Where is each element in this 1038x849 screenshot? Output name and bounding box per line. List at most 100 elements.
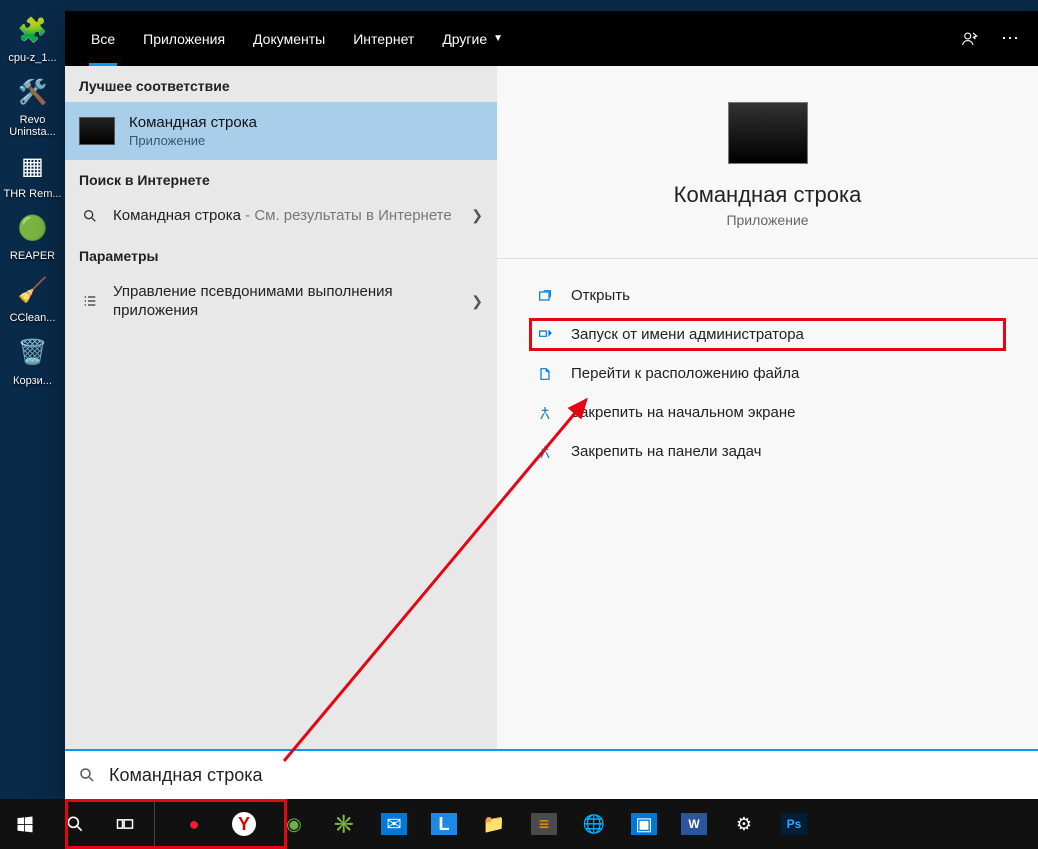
- flyout-body: Лучшее соответствие Командная строка При…: [65, 66, 1038, 749]
- word-icon: W: [681, 813, 707, 835]
- search-icon: [65, 766, 109, 784]
- desktop-icon-recycle[interactable]: 🗑️ Корзи...: [0, 333, 65, 387]
- desktop-icon-label: THR Rem...: [3, 188, 61, 200]
- section-web: Поиск в Интернете: [65, 160, 497, 196]
- taskbar-app-swirl[interactable]: ◉: [269, 799, 319, 849]
- opera-icon: ●: [189, 814, 200, 835]
- open-icon: [535, 288, 555, 304]
- desktop-icons: 🧩 cpu-z_1... 🛠️ Revo Uninsta... ▦ THR Re…: [0, 0, 65, 387]
- more-options-button[interactable]: ⋯: [990, 11, 1030, 66]
- taskbar-yandex[interactable]: Y: [219, 799, 269, 849]
- tab-all[interactable]: Все: [77, 11, 129, 66]
- taskbar-chrome[interactable]: 🌐: [569, 799, 619, 849]
- desktop-icon-ccleaner[interactable]: 🧹 CClean...: [0, 270, 65, 324]
- search-icon: [65, 814, 85, 834]
- swirl-icon: ◉: [286, 814, 302, 835]
- tab-more-label: Другие: [442, 31, 487, 47]
- results-list: Лучшее соответствие Командная строка При…: [65, 66, 497, 749]
- taskbar-mail[interactable]: ✉: [369, 799, 419, 849]
- pin-icon: [535, 405, 555, 421]
- action-run-as-admin[interactable]: Запуск от имени администратора: [529, 318, 1006, 351]
- web-result-text: Командная строка - См. результаты в Инте…: [113, 206, 459, 226]
- taskbar-separator: [154, 799, 155, 849]
- desktop: 🧩 cpu-z_1... 🛠️ Revo Uninsta... ▦ THR Re…: [0, 0, 1038, 849]
- desktop-icon-thr[interactable]: ▦ THR Rem...: [0, 146, 65, 200]
- broom-icon: 🧹: [13, 270, 53, 310]
- action-label: Запуск от имени администратора: [571, 326, 804, 343]
- yandex-icon: Y: [232, 812, 256, 836]
- taskbar-sublime[interactable]: ≡: [519, 799, 569, 849]
- windows-icon: [15, 814, 35, 834]
- preview-pane: Командная строка Приложение Открыть: [497, 66, 1038, 749]
- taskbar: ● Y ◉ ✳️ ✉ L 📁 ≡ 🌐 ▣ W ⚙ Ps: [0, 799, 1038, 849]
- action-label: Открыть: [571, 287, 630, 304]
- search-flyout: Все Приложения Документы Интернет Другие…: [65, 11, 1038, 799]
- action-open-location[interactable]: Перейти к расположению файла: [529, 357, 1006, 390]
- cmd-icon: [79, 117, 115, 145]
- best-match-subtitle: Приложение: [129, 133, 257, 148]
- ellipsis-icon: ⋯: [1001, 28, 1019, 49]
- colorful-icon: ✳️: [333, 814, 355, 835]
- action-pin-start[interactable]: Закрепить на начальном экране: [529, 396, 1006, 429]
- tab-internet[interactable]: Интернет: [339, 11, 428, 66]
- action-label: Перейти к расположению файла: [571, 365, 799, 382]
- chrome-icon: 🌐: [583, 814, 605, 835]
- start-button[interactable]: [0, 799, 50, 849]
- edge-icon: ▣: [631, 813, 657, 835]
- desktop-icon-cpuz[interactable]: 🧩 cpu-z_1...: [0, 10, 65, 64]
- preview-actions: Открыть Запуск от имени администратора П…: [497, 258, 1038, 488]
- taskbar-edge[interactable]: ▣: [619, 799, 669, 849]
- preview-hero: Командная строка Приложение: [497, 66, 1038, 228]
- shield-icon: [535, 327, 555, 343]
- folder-icon: 📁: [483, 814, 505, 835]
- photoshop-icon: Ps: [781, 813, 807, 835]
- best-match-item[interactable]: Командная строка Приложение: [65, 102, 497, 160]
- folder-icon: [535, 366, 555, 382]
- tab-apps[interactable]: Приложения: [129, 11, 239, 66]
- taskbar-app-l[interactable]: L: [419, 799, 469, 849]
- desktop-icon-label: Корзи...: [13, 375, 52, 387]
- action-pin-taskbar[interactable]: Закрепить на панели задач: [529, 435, 1006, 468]
- list-icon: [79, 293, 101, 309]
- section-params: Параметры: [65, 236, 497, 272]
- feedback-button[interactable]: [950, 11, 990, 66]
- search-icon: [79, 208, 101, 224]
- taskbar-opera[interactable]: ●: [169, 799, 219, 849]
- grid-icon: ▦: [13, 146, 53, 186]
- trash-icon: 🗑️: [13, 333, 53, 373]
- chevron-right-icon: ❯: [471, 207, 483, 224]
- web-result-item[interactable]: Командная строка - См. результаты в Инте…: [65, 196, 497, 236]
- desktop-icon-label: Revo Uninsta...: [0, 114, 65, 138]
- sublime-icon: ≡: [531, 813, 557, 835]
- taskbar-search-button[interactable]: [50, 799, 100, 849]
- tool-icon: 🛠️: [13, 72, 53, 112]
- settings-result-item[interactable]: Управление псевдонимами выполнения прило…: [65, 272, 497, 331]
- taskbar-app-colorful[interactable]: ✳️: [319, 799, 369, 849]
- desktop-icon-label: REAPER: [10, 250, 55, 262]
- taskbar-word[interactable]: W: [669, 799, 719, 849]
- reaper-icon: 🟢: [13, 208, 53, 248]
- settings-result-text: Управление псевдонимами выполнения прило…: [113, 282, 459, 321]
- search-input[interactable]: [109, 765, 1038, 786]
- desktop-icon-label: cpu-z_1...: [8, 52, 56, 64]
- desktop-icon-revo[interactable]: 🛠️ Revo Uninsta...: [0, 72, 65, 138]
- task-view-button[interactable]: [100, 799, 150, 849]
- chevron-right-icon: ❯: [471, 293, 483, 310]
- desktop-icon-reaper[interactable]: 🟢 REAPER: [0, 208, 65, 262]
- taskbar-photoshop[interactable]: Ps: [769, 799, 819, 849]
- desktop-icon-label: CClean...: [10, 312, 56, 324]
- taskbar-explorer[interactable]: 📁: [469, 799, 519, 849]
- preview-title: Командная строка: [674, 182, 862, 208]
- chip-icon: 🧩: [13, 10, 53, 50]
- preview-subtitle: Приложение: [726, 212, 808, 228]
- tab-docs[interactable]: Документы: [239, 11, 339, 66]
- tab-more[interactable]: Другие ▼: [428, 11, 517, 66]
- action-open[interactable]: Открыть: [529, 279, 1006, 312]
- gear-icon: ⚙: [736, 814, 752, 835]
- action-label: Закрепить на начальном экране: [571, 404, 795, 421]
- taskbar-settings[interactable]: ⚙: [719, 799, 769, 849]
- best-match-title: Командная строка: [129, 114, 257, 131]
- section-best-match: Лучшее соответствие: [65, 66, 497, 102]
- action-label: Закрепить на панели задач: [571, 443, 762, 460]
- person-feedback-icon: [961, 30, 979, 48]
